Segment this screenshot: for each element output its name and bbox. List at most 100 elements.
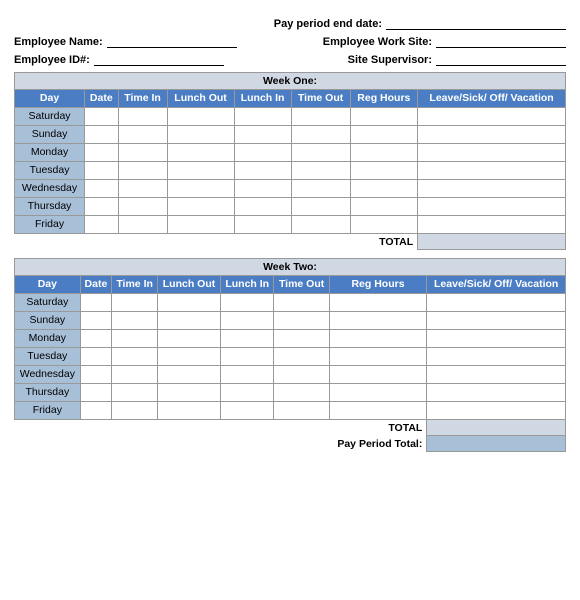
- time-in-tuesday-w2[interactable]: [112, 347, 158, 365]
- supervisor-value[interactable]: [436, 52, 566, 66]
- pay-period-value[interactable]: [386, 16, 566, 30]
- leave-sunday-w2[interactable]: [427, 311, 566, 329]
- time-in-sunday-w1[interactable]: [118, 125, 167, 143]
- date-friday-w2[interactable]: [80, 401, 111, 419]
- time-in-tuesday-w1[interactable]: [118, 161, 167, 179]
- date-sunday-w2[interactable]: [80, 311, 111, 329]
- time-out-friday-w1[interactable]: [291, 215, 350, 233]
- date-tuesday-w1[interactable]: [85, 161, 118, 179]
- time-out-thursday-w2[interactable]: [274, 383, 329, 401]
- leave-tuesday-w1[interactable]: [418, 161, 566, 179]
- date-thursday-w1[interactable]: [85, 197, 118, 215]
- reg-hours-tuesday-w2[interactable]: [329, 347, 427, 365]
- week-one-total-value[interactable]: [418, 233, 566, 250]
- time-out-friday-w2[interactable]: [274, 401, 329, 419]
- leave-saturday-w2[interactable]: [427, 293, 566, 311]
- reg-hours-saturday-w2[interactable]: [329, 293, 427, 311]
- lunch-out-wednesday-w1[interactable]: [167, 179, 234, 197]
- time-out-saturday-w1[interactable]: [291, 107, 350, 125]
- time-out-sunday-w2[interactable]: [274, 311, 329, 329]
- reg-hours-monday-w2[interactable]: [329, 329, 427, 347]
- lunch-out-monday-w1[interactable]: [167, 143, 234, 161]
- time-in-saturday-w1[interactable]: [118, 107, 167, 125]
- leave-friday-w1[interactable]: [418, 215, 566, 233]
- leave-saturday-w1[interactable]: [418, 107, 566, 125]
- lunch-in-monday-w2[interactable]: [220, 329, 274, 347]
- reg-hours-monday-w1[interactable]: [350, 143, 418, 161]
- lunch-in-tuesday-w2[interactable]: [220, 347, 274, 365]
- employee-id-value[interactable]: [94, 52, 224, 66]
- time-out-tuesday-w2[interactable]: [274, 347, 329, 365]
- time-in-saturday-w2[interactable]: [112, 293, 158, 311]
- time-out-saturday-w2[interactable]: [274, 293, 329, 311]
- time-out-wednesday-w2[interactable]: [274, 365, 329, 383]
- reg-hours-sunday-w2[interactable]: [329, 311, 427, 329]
- lunch-in-saturday-w2[interactable]: [220, 293, 274, 311]
- time-out-sunday-w1[interactable]: [291, 125, 350, 143]
- lunch-out-wednesday-w2[interactable]: [158, 365, 221, 383]
- time-out-wednesday-w1[interactable]: [291, 179, 350, 197]
- date-wednesday-w1[interactable]: [85, 179, 118, 197]
- lunch-in-thursday-w2[interactable]: [220, 383, 274, 401]
- time-in-wednesday-w2[interactable]: [112, 365, 158, 383]
- reg-hours-thursday-w2[interactable]: [329, 383, 427, 401]
- lunch-out-thursday-w1[interactable]: [167, 197, 234, 215]
- lunch-in-friday-w2[interactable]: [220, 401, 274, 419]
- reg-hours-wednesday-w2[interactable]: [329, 365, 427, 383]
- date-saturday-w1[interactable]: [85, 107, 118, 125]
- reg-hours-friday-w1[interactable]: [350, 215, 418, 233]
- lunch-out-saturday-w2[interactable]: [158, 293, 221, 311]
- leave-sunday-w1[interactable]: [418, 125, 566, 143]
- time-in-thursday-w1[interactable]: [118, 197, 167, 215]
- time-in-friday-w1[interactable]: [118, 215, 167, 233]
- leave-thursday-w1[interactable]: [418, 197, 566, 215]
- leave-tuesday-w2[interactable]: [427, 347, 566, 365]
- lunch-in-sunday-w2[interactable]: [220, 311, 274, 329]
- leave-thursday-w2[interactable]: [427, 383, 566, 401]
- date-thursday-w2[interactable]: [80, 383, 111, 401]
- week-two-total-value[interactable]: [427, 419, 566, 436]
- lunch-in-saturday-w1[interactable]: [234, 107, 291, 125]
- lunch-in-thursday-w1[interactable]: [234, 197, 291, 215]
- date-monday-w2[interactable]: [80, 329, 111, 347]
- lunch-out-thursday-w2[interactable]: [158, 383, 221, 401]
- time-in-friday-w2[interactable]: [112, 401, 158, 419]
- pay-period-value[interactable]: [427, 436, 566, 452]
- date-saturday-w2[interactable]: [80, 293, 111, 311]
- time-in-monday-w2[interactable]: [112, 329, 158, 347]
- lunch-out-sunday-w1[interactable]: [167, 125, 234, 143]
- leave-wednesday-w1[interactable]: [418, 179, 566, 197]
- lunch-in-friday-w1[interactable]: [234, 215, 291, 233]
- time-in-sunday-w2[interactable]: [112, 311, 158, 329]
- lunch-out-sunday-w2[interactable]: [158, 311, 221, 329]
- time-out-monday-w1[interactable]: [291, 143, 350, 161]
- leave-friday-w2[interactable]: [427, 401, 566, 419]
- lunch-out-monday-w2[interactable]: [158, 329, 221, 347]
- time-in-thursday-w2[interactable]: [112, 383, 158, 401]
- reg-hours-friday-w2[interactable]: [329, 401, 427, 419]
- lunch-out-saturday-w1[interactable]: [167, 107, 234, 125]
- reg-hours-thursday-w1[interactable]: [350, 197, 418, 215]
- time-in-wednesday-w1[interactable]: [118, 179, 167, 197]
- lunch-in-wednesday-w1[interactable]: [234, 179, 291, 197]
- lunch-in-tuesday-w1[interactable]: [234, 161, 291, 179]
- lunch-out-friday-w2[interactable]: [158, 401, 221, 419]
- date-wednesday-w2[interactable]: [80, 365, 111, 383]
- lunch-in-wednesday-w2[interactable]: [220, 365, 274, 383]
- lunch-out-friday-w1[interactable]: [167, 215, 234, 233]
- reg-hours-saturday-w1[interactable]: [350, 107, 418, 125]
- date-friday-w1[interactable]: [85, 215, 118, 233]
- reg-hours-wednesday-w1[interactable]: [350, 179, 418, 197]
- reg-hours-tuesday-w1[interactable]: [350, 161, 418, 179]
- reg-hours-sunday-w1[interactable]: [350, 125, 418, 143]
- work-site-value[interactable]: [436, 34, 566, 48]
- lunch-out-tuesday-w1[interactable]: [167, 161, 234, 179]
- lunch-in-monday-w1[interactable]: [234, 143, 291, 161]
- time-out-monday-w2[interactable]: [274, 329, 329, 347]
- time-out-tuesday-w1[interactable]: [291, 161, 350, 179]
- time-out-thursday-w1[interactable]: [291, 197, 350, 215]
- leave-monday-w2[interactable]: [427, 329, 566, 347]
- date-monday-w1[interactable]: [85, 143, 118, 161]
- leave-monday-w1[interactable]: [418, 143, 566, 161]
- lunch-in-sunday-w1[interactable]: [234, 125, 291, 143]
